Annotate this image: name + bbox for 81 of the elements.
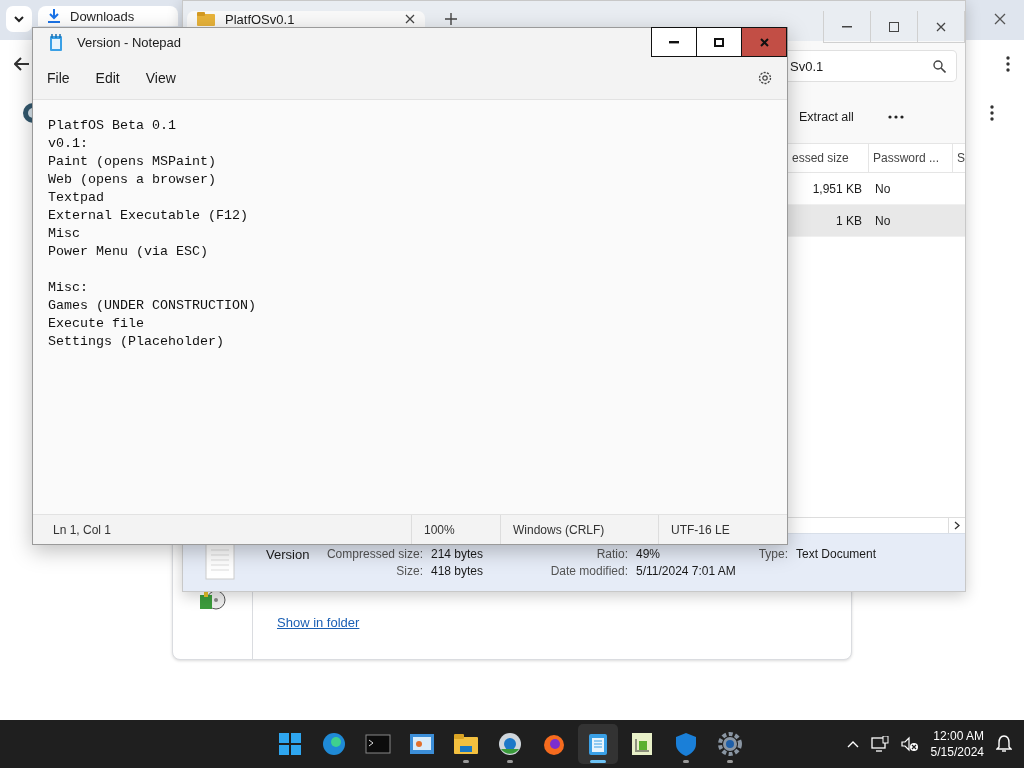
back-arrow-icon[interactable] (14, 57, 30, 71)
chevron-up-icon[interactable] (846, 740, 859, 748)
new-tab-icon[interactable] (445, 13, 457, 25)
column-header[interactable]: S (952, 144, 965, 172)
property-value: 214 bytes (431, 546, 484, 563)
text-line: Power Menu (via ESC) (48, 243, 209, 261)
property-value: Text Document (796, 546, 877, 563)
download-icon (48, 9, 60, 23)
chevron-icon (14, 15, 24, 23)
property-label: Date modified: (550, 563, 629, 580)
shield-icon (673, 731, 699, 757)
window-title: Version - Notepad (77, 35, 182, 50)
menu-item[interactable]: Edit (82, 66, 133, 90)
maximize-icon (889, 21, 899, 32)
text-line: External Executable (F12) (48, 207, 249, 225)
bell-icon[interactable] (996, 735, 1012, 753)
close-icon[interactable] (936, 21, 946, 32)
browser-tab[interactable]: Downloads (38, 6, 178, 26)
column-header[interactable]: essed size (788, 144, 868, 172)
close-tab-icon[interactable] (405, 14, 415, 24)
status-text: Windows (CRLF) (500, 515, 658, 544)
start-icon (277, 731, 303, 757)
text-line: Paint (opens MSPaint) (48, 153, 217, 171)
close-button[interactable] (741, 27, 787, 57)
settings-icon[interactable] (757, 70, 773, 86)
extract-all-button[interactable]: Extract all (789, 101, 864, 133)
folder-icon (453, 731, 479, 757)
property-value: 418 bytes (431, 563, 484, 580)
text-line: PlatfOS Beta 0.1 (48, 117, 177, 135)
gear-icon (717, 731, 743, 757)
status-text: UTF-16 LE (658, 515, 730, 544)
clock[interactable]: 12:00 AM 5/15/2024 (930, 728, 984, 760)
text-area[interactable]: PlatfOS Beta 0.1 v0.1: Paint (opens MSPaint) Web (opens a browser) Textpad External Executable (F12) Misc Power Menu (via ESC) Misc: Games (UNDER CONSTRUCTION) Execute file Settings (Placeholder) (33, 99, 787, 514)
minimize-icon (842, 25, 852, 28)
minimize-button[interactable] (651, 27, 697, 57)
menu-icon[interactable] (1006, 56, 1010, 72)
folder-tab[interactable]: PlatfOSv0.1 (187, 11, 425, 27)
control-panel-icon (409, 731, 435, 757)
ellipsis-icon (887, 115, 904, 119)
clock-date: 5/15/2024 (930, 744, 984, 760)
column-header[interactable]: Password ... (868, 144, 952, 172)
chevron-right-icon (954, 521, 960, 530)
text-line: Settings (Placeholder) (48, 333, 225, 351)
muted-speaker-icon[interactable] (900, 736, 919, 752)
terminal-icon (365, 731, 391, 757)
taskbar-button[interactable] (578, 724, 618, 764)
maximize-icon (714, 37, 724, 47)
globe-icon (497, 731, 523, 757)
property-label: Ratio: (596, 546, 629, 563)
browser-icon (321, 731, 347, 757)
close-icon[interactable] (759, 37, 769, 47)
text-line: Games (UNDER CONSTRUCTION) (48, 297, 257, 315)
maximize-button[interactable] (696, 27, 742, 57)
property-label: Compressed size: (326, 546, 424, 563)
notepad-icon (49, 33, 63, 52)
menu-item[interactable]: View (132, 66, 189, 90)
text-line: v0.1: (48, 135, 89, 153)
search-field[interactable]: Sv0.1 (788, 50, 957, 82)
property-label: Size: (396, 563, 424, 580)
tab-search-button[interactable] (6, 6, 32, 32)
close-icon[interactable] (994, 12, 1006, 25)
status-text: Ln 1, Col 1 (52, 521, 113, 539)
file-name: Version (266, 546, 310, 563)
property-value: 5/11/2024 7:01 AM (636, 563, 736, 580)
more-icon[interactable] (990, 105, 994, 121)
search-icon (933, 59, 946, 73)
menu-item[interactable]: File (47, 66, 83, 90)
property-value: 49% (636, 546, 661, 563)
text-line: Execute file (48, 315, 145, 333)
folder-icon (197, 12, 215, 26)
chart-icon (629, 731, 655, 757)
property-label: Type: (758, 546, 789, 563)
text-line: Textpad (48, 189, 105, 207)
text-line: Misc: (48, 279, 89, 297)
text-line: Web (opens a browser) (48, 171, 217, 189)
status-text: 100% (411, 515, 500, 544)
show-in-folder-link[interactable]: Show in folder (277, 615, 360, 630)
file-row[interactable]: 1 KB No (788, 205, 965, 237)
clock-time: 12:00 AM (933, 728, 984, 744)
network-icon[interactable] (870, 736, 889, 752)
text-line: Misc (48, 225, 81, 243)
